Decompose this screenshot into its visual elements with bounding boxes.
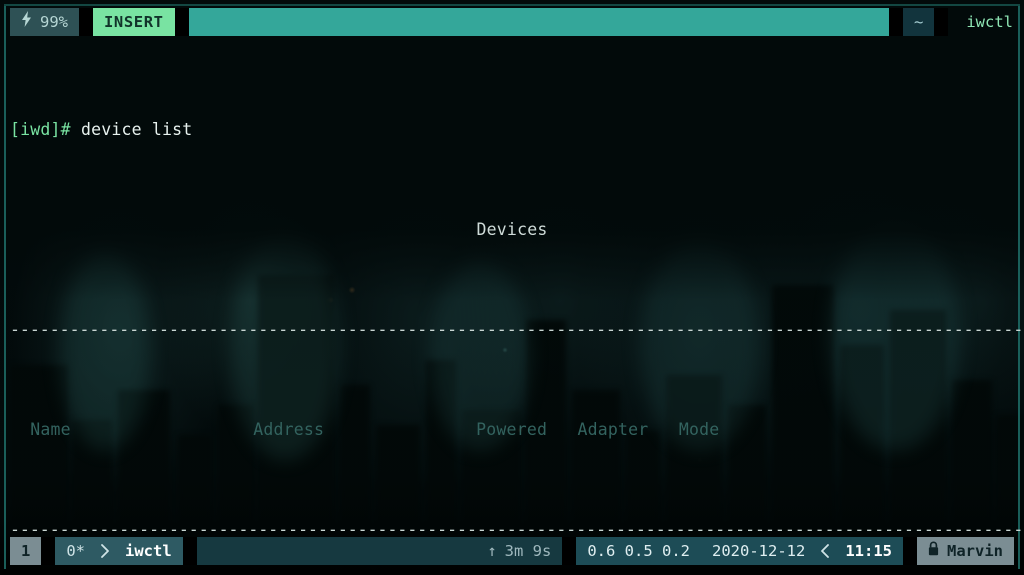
terminal-line-table-header: Name Address Powered Adapter Mode <box>10 417 1014 442</box>
topbar-filler <box>188 8 889 36</box>
window-frame-top <box>4 4 1020 6</box>
terminal-output[interactable]: [iwd]# device list Devices -------------… <box>10 42 1024 575</box>
statusbar-filler <box>196 537 477 565</box>
load-average-label: 0.6 0.5 0.2 <box>587 542 690 560</box>
tmux-window-index[interactable]: 1 <box>10 537 42 565</box>
window-title: iwctl <box>948 8 1024 36</box>
window-index-label: 1 <box>21 542 31 560</box>
battery-indicator[interactable]: 99% <box>10 8 79 36</box>
hostname-indicator: Marvin <box>917 537 1014 565</box>
battery-level-label: 99% <box>40 13 68 31</box>
vim-mode-indicator: INSERT <box>93 8 175 36</box>
time-label: 11:15 <box>845 542 892 560</box>
uptime-label: 3m 9s <box>504 542 552 560</box>
vim-mode-label: INSERT <box>104 13 164 31</box>
uptime-indicator: ↑ 3m 9s <box>476 537 563 565</box>
terminal-line-table-title: Devices <box>10 217 1014 242</box>
clock-indicator: 11:15 <box>834 537 903 565</box>
tmux-session-name[interactable]: iwctl <box>114 537 183 565</box>
chevron-left-icon <box>816 537 835 565</box>
window-title-label: iwctl <box>966 13 1013 31</box>
pane-index-label: 0* <box>66 542 86 560</box>
chevron-right-icon <box>96 537 115 565</box>
lock-icon <box>928 537 939 565</box>
date-indicator: 2020-12-12 <box>701 537 817 565</box>
window-frame-right <box>1018 6 1020 569</box>
hostname-label: Marvin <box>947 542 1003 560</box>
bottom-status-bar: 1 0* iwctl ↑ 3m 9s 0.6 0.5 0.2 2020-12-1… <box>0 537 1024 565</box>
session-name-label: iwctl <box>125 542 172 560</box>
load-average-indicator: 0.6 0.5 0.2 <box>576 537 701 565</box>
entered-command: device list <box>70 120 193 139</box>
date-label: 2020-12-12 <box>712 542 806 560</box>
powerline-sep <box>888 8 903 36</box>
table-rule: ----------------------------------------… <box>10 320 1024 339</box>
table-title: Devices <box>476 220 548 239</box>
arrow-up-icon: ↑ <box>487 542 497 560</box>
table-header-row: Name Address Powered Adapter Mode <box>10 420 720 439</box>
terminal-line-command: [iwd]# device list <box>10 117 1014 142</box>
powerline-sep <box>934 8 949 36</box>
working-directory-indicator[interactable]: ~ <box>902 8 935 36</box>
powerline-sep <box>174 8 189 36</box>
top-status-bar: 99% INSERT ~ iwctl <box>0 8 1024 36</box>
shell-prompt: [iwd]# <box>10 120 71 139</box>
powerline-sep <box>903 537 917 565</box>
home-directory-label: ~ <box>913 13 924 31</box>
window-frame-left <box>4 6 6 569</box>
terminal-window[interactable]: 99% INSERT ~ iwctl [iwd]# device list De… <box>0 0 1024 575</box>
terminal-line-rule-top: ----------------------------------------… <box>10 317 1024 342</box>
powerline-sep <box>41 537 56 565</box>
powerline-sep <box>182 537 197 565</box>
powerline-sep <box>79 8 93 36</box>
powerline-sep <box>562 537 577 565</box>
tmux-pane-index[interactable]: 0* <box>55 537 97 565</box>
lightning-bolt-icon <box>21 8 32 36</box>
